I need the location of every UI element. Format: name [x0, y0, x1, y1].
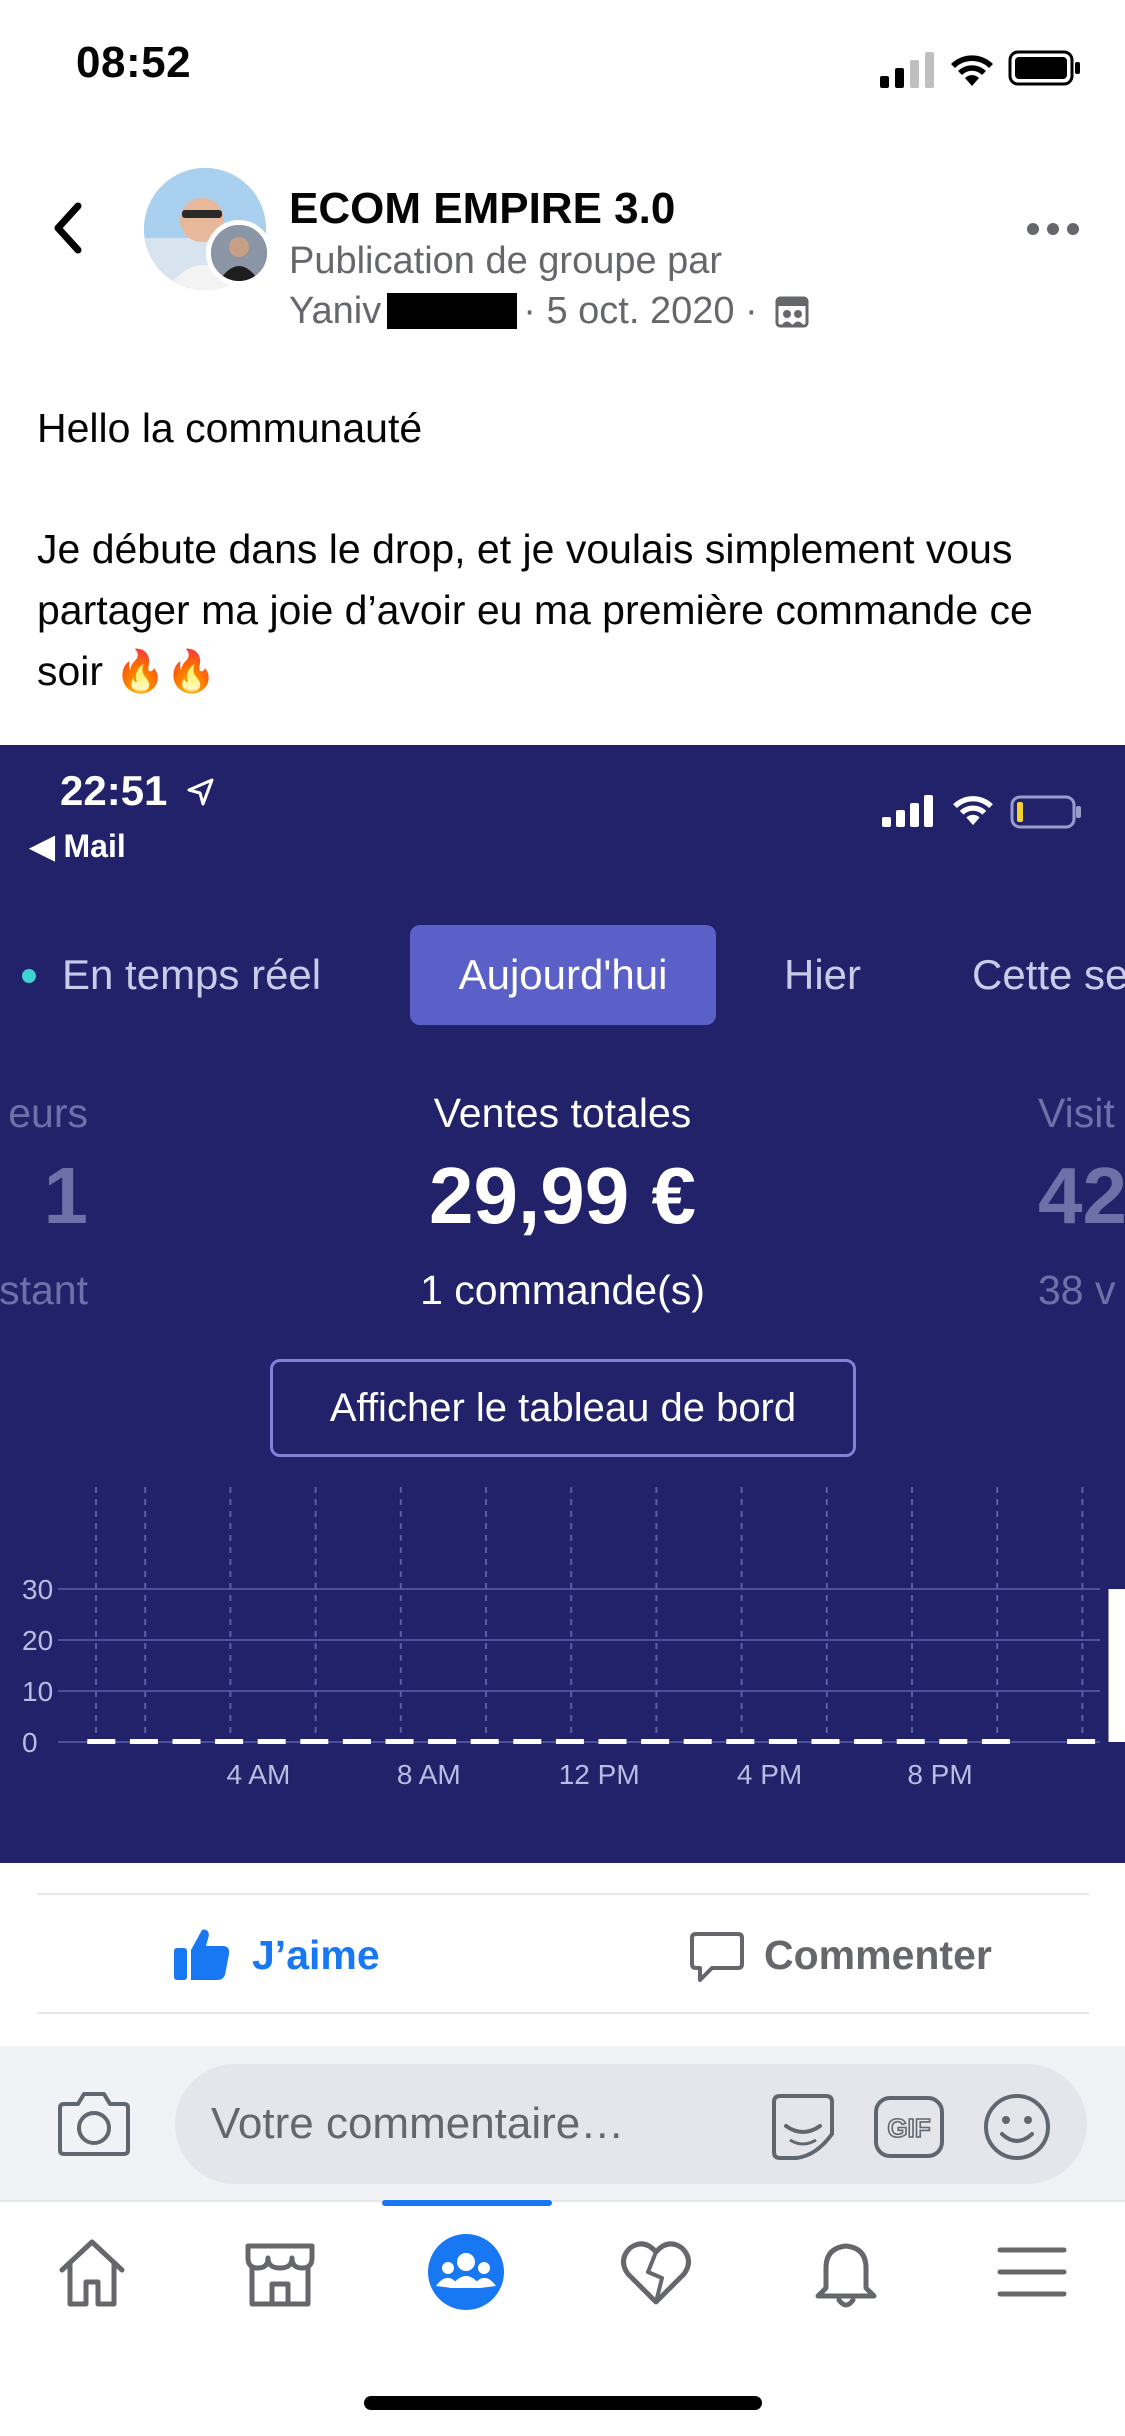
- total-sales-label: Ventes totales: [433, 1090, 692, 1136]
- divider: [37, 1893, 1089, 1895]
- period-tabs: En temps réel Aujourd'hui Hier Cette se: [0, 925, 1125, 1025]
- right-metric-sub: 38 v: [1038, 1267, 1116, 1313]
- image-back-app: ◀ Mail: [30, 828, 126, 864]
- back-chevron-icon[interactable]: [48, 198, 88, 258]
- sales-bar: [1108, 1589, 1125, 1742]
- y-tick-label: 30: [22, 1574, 53, 1605]
- sales-bar: [342, 1739, 371, 1744]
- nav-active-indicator: [382, 2200, 552, 2206]
- sales-bar: [598, 1739, 627, 1744]
- right-metric-value: 42: [1038, 1151, 1125, 1240]
- marketplace-icon[interactable]: [240, 2232, 320, 2312]
- sales-bar: [470, 1739, 499, 1744]
- x-tick-label: 8 PM: [907, 1759, 972, 1790]
- post-meta: Yaniv · 5 oct. 2020 ·: [289, 290, 810, 333]
- image-signal-icon: [882, 795, 933, 827]
- like-thumb-icon[interactable]: [172, 1926, 232, 1982]
- total-sales-value: 29,99 €: [429, 1151, 696, 1240]
- sales-bar: [896, 1739, 925, 1744]
- post-image[interactable]: 22:51 ◀ Mail En temps réel Aujourd'hui H…: [0, 745, 1125, 1863]
- redacted-name: [387, 293, 518, 329]
- sales-bar: [939, 1739, 968, 1744]
- sales-bar: [854, 1739, 883, 1744]
- y-tick-label: 10: [22, 1676, 53, 1707]
- home-icon[interactable]: [52, 2232, 132, 2312]
- tab-realtime[interactable]: En temps réel: [22, 925, 321, 1025]
- sales-bar: [87, 1739, 116, 1744]
- x-tick-label: 12 PM: [559, 1759, 640, 1790]
- location-arrow-icon: [187, 778, 214, 806]
- x-tick-label: 4 AM: [226, 1759, 290, 1790]
- groups-icon[interactable]: [426, 2232, 506, 2312]
- dashboard-button[interactable]: Afficher le tableau de bord: [270, 1359, 856, 1457]
- sales-bar: [513, 1739, 542, 1744]
- author-avatar[interactable]: [206, 220, 272, 286]
- x-tick-label: 8 AM: [397, 1759, 461, 1790]
- post-date[interactable]: · 5 oct. 2020 ·: [523, 290, 757, 332]
- like-button[interactable]: J’aime: [252, 1932, 380, 1979]
- group-name[interactable]: ECOM EMPIRE 3.0: [289, 184, 675, 234]
- image-wifi-icon: [953, 796, 993, 826]
- more-dots-icon[interactable]: [1026, 222, 1080, 236]
- signal-icon: [880, 52, 934, 88]
- sales-bar: [768, 1739, 797, 1744]
- tab-label: En temps réel: [62, 951, 322, 998]
- sales-bar: [428, 1739, 457, 1744]
- sales-bar: [215, 1739, 244, 1744]
- tab-today[interactable]: Aujourd'hui: [410, 925, 716, 1025]
- author-name[interactable]: Yaniv: [289, 290, 381, 332]
- y-tick-label: 0: [22, 1727, 38, 1758]
- right-metric-label: Visit: [1038, 1090, 1115, 1136]
- tab-this-week[interactable]: Cette se: [972, 925, 1125, 1025]
- menu-icon[interactable]: [992, 2232, 1072, 2312]
- x-tick-label: 4 PM: [737, 1759, 802, 1790]
- orders-count: 1 commande(s): [420, 1267, 705, 1313]
- home-indicator[interactable]: [364, 2396, 762, 2410]
- post-subtitle: Publication de groupe par: [289, 240, 723, 282]
- camera-icon[interactable]: [56, 2088, 132, 2158]
- wifi-icon: [951, 55, 993, 86]
- comment-button[interactable]: Commenter: [764, 1932, 992, 1979]
- sales-bar: [811, 1739, 840, 1744]
- emoji-icon[interactable]: [980, 2090, 1054, 2164]
- tab-yesterday[interactable]: Hier: [784, 925, 861, 1025]
- sales-bar: [257, 1739, 286, 1744]
- sales-bar: [683, 1739, 712, 1744]
- post-text: Hello la communauté Je débute dans le dr…: [37, 398, 1097, 702]
- notifications-icon[interactable]: [806, 2232, 886, 2312]
- sales-bar: [172, 1739, 201, 1744]
- sales-bar: [385, 1739, 414, 1744]
- post-paragraph: Je débute dans le drop, et je voulais si…: [37, 526, 1033, 694]
- sales-bar: [129, 1739, 158, 1744]
- image-battery-icon: [1010, 795, 1081, 829]
- sales-bar: [555, 1739, 584, 1744]
- battery-icon: [1008, 50, 1080, 86]
- sales-bar: [981, 1739, 1010, 1744]
- gif-icon[interactable]: GIF: [872, 2090, 946, 2164]
- status-time: 08:52: [76, 38, 192, 87]
- comment-input[interactable]: [175, 2064, 1087, 2184]
- image-status-time: 22:51: [60, 767, 168, 814]
- gif-label: GIF: [887, 2113, 930, 2143]
- post-paragraph: Hello la communauté: [37, 405, 423, 451]
- divider: [37, 2012, 1089, 2014]
- sales-chart: 0 10 20 30 4 AM 8 AM 12 PM 4 PM 8 PM: [22, 1485, 1125, 1790]
- sales-bar: [641, 1739, 670, 1744]
- comment-bubble-icon[interactable]: [688, 1930, 746, 1984]
- sticker-icon[interactable]: [766, 2090, 840, 2164]
- group-privacy-icon: [775, 296, 809, 328]
- live-dot-icon: [22, 969, 36, 983]
- dating-icon[interactable]: [616, 2232, 696, 2312]
- y-tick-label: 20: [22, 1625, 53, 1656]
- sales-bar: [1067, 1739, 1096, 1744]
- nav-divider: [0, 2200, 1125, 2202]
- sales-bar: [726, 1739, 755, 1744]
- sales-bar: [300, 1739, 329, 1744]
